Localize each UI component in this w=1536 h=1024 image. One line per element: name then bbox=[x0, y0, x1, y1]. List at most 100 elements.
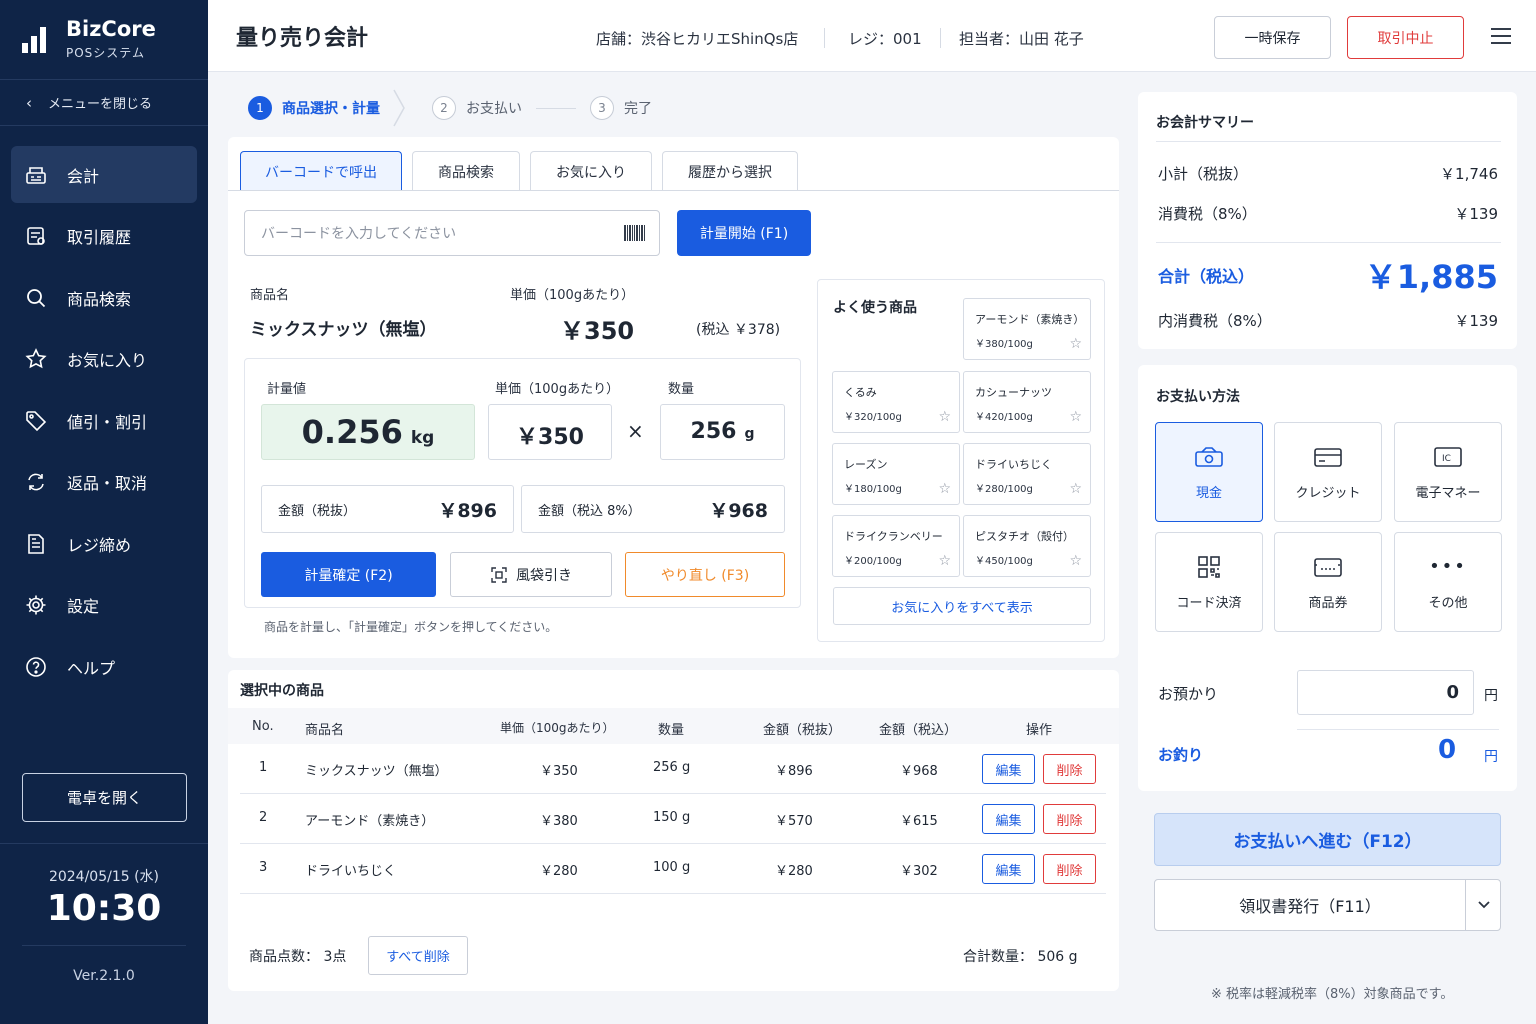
total-label: 合計（税込） bbox=[1158, 267, 1255, 286]
column-header: 金額（税込） bbox=[879, 723, 958, 738]
table-row[interactable]: 3 ドライいちじく ￥280 100 g ￥280 ￥302 編集 削除 bbox=[240, 844, 1106, 894]
favorite-item[interactable]: レーズン ￥180/100g ☆ bbox=[832, 443, 960, 505]
cancel-transaction-button[interactable]: 取引中止 bbox=[1347, 16, 1464, 59]
sidebar-item-help[interactable]: ヘルプ bbox=[11, 638, 197, 695]
clear-all-button[interactable]: すべて削除 bbox=[368, 936, 468, 975]
sidebar-item-checkout[interactable]: 会計 bbox=[11, 146, 197, 203]
redo-weighing-button[interactable]: やり直し (F3) bbox=[625, 552, 785, 597]
input-tabs: バーコードで呼出 商品検索 お気に入り 履歴から選択 bbox=[240, 151, 808, 191]
favorite-item[interactable]: ドライクランベリー ￥200/100g ☆ bbox=[832, 515, 960, 577]
current-date: 2024/05/15 (水) bbox=[48, 869, 160, 885]
weighing-panel: バーコードで呼出 商品検索 お気に入り 履歴から選択 バーコードを入力してくださ… bbox=[228, 137, 1119, 658]
selected-products-panel: 選択中の商品 No. 商品名 単価（100gあたり） 数量 金額（税抜） 金額（… bbox=[228, 670, 1119, 991]
svg-text:IC: IC bbox=[1442, 454, 1451, 464]
sidebar-item-discount[interactable]: 値引・割引 bbox=[11, 392, 197, 449]
payment-voucher-button[interactable]: 商品券 bbox=[1274, 532, 1382, 632]
tab-favorites[interactable]: お気に入り bbox=[530, 151, 652, 191]
favorite-item[interactable]: カシューナッツ ￥420/100g ☆ bbox=[963, 371, 1091, 433]
hamburger-menu-icon[interactable] bbox=[1491, 28, 1511, 44]
payment-cash-button[interactable]: 現金 bbox=[1155, 422, 1263, 522]
weigh-unit-price-field: ￥350 bbox=[488, 404, 612, 460]
deposit-yen-suffix: 円 bbox=[1484, 688, 1498, 704]
favorite-price: ￥180/100g bbox=[844, 484, 902, 495]
favorite-item[interactable]: ピスタチオ（殻付） ￥450/100g ☆ bbox=[963, 515, 1091, 577]
payment-other-button[interactable]: ••• その他 bbox=[1394, 532, 1502, 632]
sidebar-item-label: 会計 bbox=[67, 166, 100, 186]
payment-label: その他 bbox=[1428, 595, 1468, 611]
open-calculator-button[interactable]: 電卓を開く bbox=[22, 773, 187, 822]
sidebar-item-settings[interactable]: 設定 bbox=[11, 577, 197, 634]
proceed-to-payment-button[interactable]: お支払いへ進む（F12） bbox=[1154, 813, 1501, 866]
tab-history[interactable]: 履歴から選択 bbox=[662, 151, 798, 191]
amount-in-tax-field: 金額（税込 8%） ￥968 bbox=[521, 485, 785, 533]
weigh-unit-price-label: 単価（100gあたり） bbox=[495, 382, 620, 397]
row-qty: 100 g bbox=[653, 860, 691, 875]
payment-emoney-button[interactable]: IC 電子マネー bbox=[1394, 422, 1502, 522]
deposit-input[interactable]: 0 bbox=[1297, 670, 1474, 715]
edit-button[interactable]: 編集 bbox=[982, 804, 1035, 834]
total-quantity: 合計数量： 506 g bbox=[963, 949, 1078, 965]
favorite-price: ￥320/100g bbox=[844, 412, 902, 423]
sidebar-item-product-search[interactable]: 商品検索 bbox=[11, 269, 197, 326]
favorite-item[interactable]: くるみ ￥320/100g ☆ bbox=[832, 371, 960, 433]
barcode-input[interactable]: バーコードを入力してください bbox=[244, 210, 660, 256]
star-icon[interactable]: ☆ bbox=[1069, 409, 1082, 425]
star-icon[interactable]: ☆ bbox=[1069, 336, 1082, 352]
payment-credit-button[interactable]: クレジット bbox=[1274, 422, 1382, 522]
tag-icon bbox=[24, 409, 48, 433]
inner-tax-label: 内消費税（8%） bbox=[1158, 312, 1272, 330]
payment-label: 現金 bbox=[1195, 485, 1222, 501]
row-amount-in: ￥968 bbox=[900, 764, 938, 779]
tare-button[interactable]: 風袋引き bbox=[450, 552, 612, 597]
favorite-item[interactable]: ドライいちじく ￥280/100g ☆ bbox=[963, 443, 1091, 505]
row-qty: 256 g bbox=[653, 760, 691, 775]
delete-button[interactable]: 削除 bbox=[1043, 804, 1096, 834]
chevron-down-icon[interactable] bbox=[1466, 880, 1501, 930]
payment-code-button[interactable]: コード決済 bbox=[1155, 532, 1263, 632]
edit-button[interactable]: 編集 bbox=[982, 754, 1035, 784]
sidebar-item-favorites[interactable]: お気に入り bbox=[11, 331, 197, 388]
step-connector bbox=[536, 107, 576, 109]
star-icon[interactable]: ☆ bbox=[938, 409, 951, 425]
step-complete: 3 完了 bbox=[590, 96, 652, 120]
table-header: No. 商品名 単価（100gあたり） 数量 金額（税抜） 金額（税込） 操作 bbox=[228, 708, 1119, 744]
tab-product-search[interactable]: 商品検索 bbox=[412, 151, 520, 191]
summary-title: お会計サマリー bbox=[1156, 115, 1254, 131]
sidebar-item-register-close[interactable]: レジ締め bbox=[11, 515, 197, 572]
payment-title: お支払い方法 bbox=[1156, 389, 1240, 405]
close-menu-button[interactable]: ‹ メニューを閉じる bbox=[0, 80, 208, 126]
sidebar-item-returns[interactable]: 返品・取消 bbox=[11, 454, 197, 511]
row-amount-in: ￥302 bbox=[900, 864, 938, 879]
quantity-label: 数量 bbox=[668, 382, 695, 397]
sidebar-item-history[interactable]: 取引履歴 bbox=[11, 208, 197, 265]
star-icon[interactable]: ☆ bbox=[1069, 553, 1082, 569]
save-draft-button[interactable]: 一時保存 bbox=[1214, 16, 1331, 59]
table-row[interactable]: 1 ミックスナッツ（無塩） ￥350 256 g ￥896 ￥968 編集 削除 bbox=[240, 744, 1106, 794]
favorite-name: カシューナッツ bbox=[975, 386, 1052, 399]
item-count: 商品点数： 3点 bbox=[249, 949, 347, 965]
delete-button[interactable]: 削除 bbox=[1043, 754, 1096, 784]
row-name: アーモンド（素焼き） bbox=[305, 814, 435, 829]
table-row[interactable]: 2 アーモンド（素焼き） ￥380 150 g ￥570 ￥615 編集 削除 bbox=[240, 794, 1106, 844]
tab-barcode[interactable]: バーコードで呼出 bbox=[240, 151, 402, 191]
barcode-icon[interactable] bbox=[624, 225, 645, 241]
start-weighing-button[interactable]: 計量開始 (F1) bbox=[677, 210, 811, 256]
show-all-favorites-button[interactable]: お気に入りをすべて表示 bbox=[833, 587, 1091, 625]
issue-receipt-button[interactable]: 領収書発行（F11） bbox=[1154, 879, 1501, 931]
history-icon bbox=[24, 224, 48, 248]
amount-ex-tax-field: 金額（税抜） ￥896 bbox=[261, 485, 514, 533]
star-icon[interactable]: ☆ bbox=[1069, 481, 1082, 497]
weight-unit: kg bbox=[410, 428, 435, 448]
edit-button[interactable]: 編集 bbox=[982, 854, 1035, 884]
confirm-weighing-button[interactable]: 計量確定 (F2) bbox=[261, 552, 436, 597]
header: 量り売り会計 店舗：渋谷ヒカリエShinQs店 レジ：001 担当者：山田 花子… bbox=[208, 0, 1536, 72]
star-icon[interactable]: ☆ bbox=[938, 553, 951, 569]
sidebar-item-label: 取引履歴 bbox=[67, 228, 132, 247]
star-icon[interactable]: ☆ bbox=[938, 481, 951, 497]
delete-button[interactable]: 削除 bbox=[1043, 854, 1096, 884]
app-name: BizCore bbox=[66, 17, 156, 42]
step-label: お支払い bbox=[466, 101, 522, 117]
favorite-item[interactable]: アーモンド（素焼き） ￥380/100g ☆ bbox=[963, 298, 1091, 360]
row-no: 2 bbox=[259, 810, 268, 825]
selected-products-title: 選択中の商品 bbox=[240, 683, 324, 699]
